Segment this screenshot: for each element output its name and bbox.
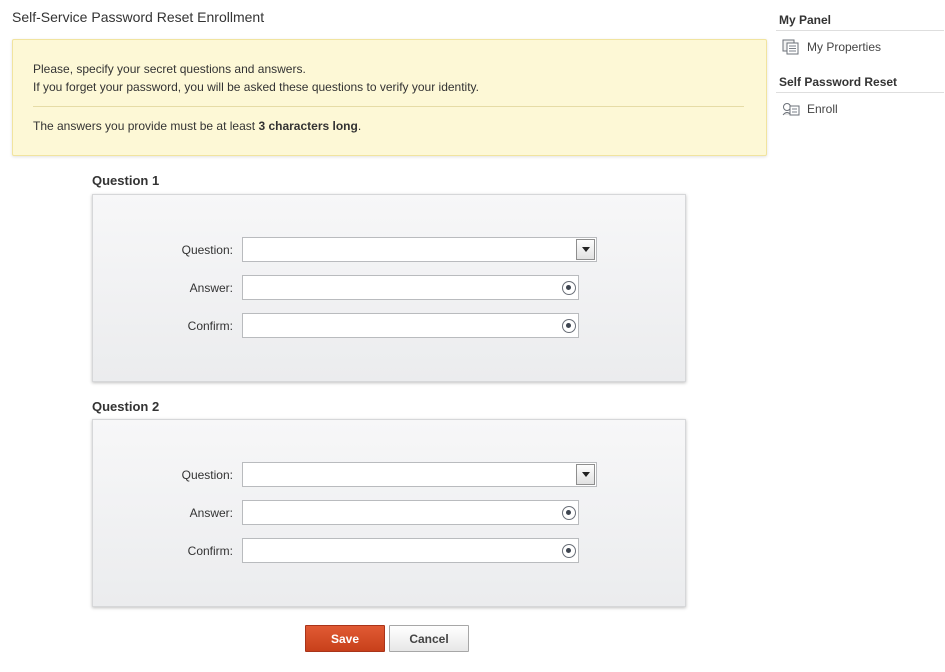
show-password-eye-icon[interactable] bbox=[562, 506, 576, 520]
sidebar-item-my-properties[interactable]: My Properties bbox=[782, 39, 881, 55]
enroll-icon bbox=[782, 101, 800, 117]
question-2-question-label: Question: bbox=[181, 468, 233, 482]
sidebar-item-label: My Properties bbox=[807, 40, 882, 54]
sidebar-heading-my-panel: My Panel bbox=[776, 13, 944, 31]
question-1-question-label: Question: bbox=[181, 243, 233, 257]
properties-icon bbox=[782, 39, 800, 55]
show-password-eye-icon[interactable] bbox=[562, 319, 576, 333]
question-1-heading: Question 1 bbox=[92, 173, 160, 188]
question-1-confirm-label: Confirm: bbox=[187, 319, 233, 333]
requirement-prefix: The answers you provide must be at least bbox=[33, 119, 259, 133]
info-divider bbox=[33, 106, 744, 107]
chevron-down-icon[interactable] bbox=[576, 239, 595, 260]
info-requirement: The answers you provide must be at least… bbox=[33, 119, 361, 133]
question-2-panel: Question: Answer: Confirm: bbox=[92, 419, 686, 607]
save-button[interactable]: Save bbox=[305, 625, 385, 652]
show-password-eye-icon[interactable] bbox=[562, 544, 576, 558]
question-2-select[interactable] bbox=[242, 462, 597, 487]
info-box: Please, specify your secret questions an… bbox=[12, 39, 767, 156]
info-instruction: Please, specify your secret questions an… bbox=[33, 62, 306, 76]
question-1-panel: Question: Answer: Confirm: bbox=[92, 194, 686, 382]
cancel-button[interactable]: Cancel bbox=[389, 625, 469, 652]
sidebar-heading-self-password-reset: Self Password Reset bbox=[776, 75, 944, 93]
sidebar-item-label: Enroll bbox=[807, 102, 838, 116]
sidebar-item-enroll[interactable]: Enroll bbox=[782, 101, 838, 117]
question-2-confirm-input[interactable] bbox=[242, 538, 579, 563]
question-1-answer-label: Answer: bbox=[189, 281, 233, 295]
question-2-heading: Question 2 bbox=[92, 399, 160, 414]
question-1-confirm-input[interactable] bbox=[242, 313, 579, 338]
show-password-eye-icon[interactable] bbox=[562, 281, 576, 295]
question-1-answer-input[interactable] bbox=[242, 275, 579, 300]
question-2-confirm-label: Confirm: bbox=[187, 544, 233, 558]
question-2-answer-label: Answer: bbox=[189, 506, 233, 520]
question-1-select[interactable] bbox=[242, 237, 597, 262]
info-explanation: If you forget your password, you will be… bbox=[33, 80, 480, 94]
requirement-bold: 3 characters long bbox=[258, 119, 358, 133]
requirement-suffix: . bbox=[357, 119, 362, 133]
chevron-down-icon[interactable] bbox=[576, 464, 595, 485]
page-title: Self-Service Password Reset Enrollment bbox=[12, 9, 265, 25]
question-2-answer-input[interactable] bbox=[242, 500, 579, 525]
